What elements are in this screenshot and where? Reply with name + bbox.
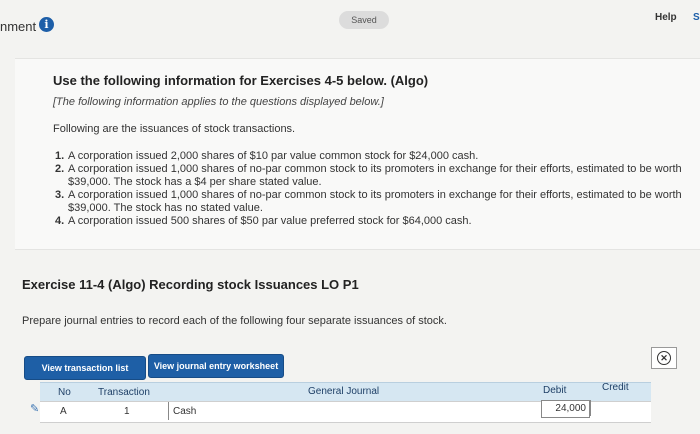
transaction-number: 3.: [55, 189, 65, 201]
assignment-label: nment: [0, 19, 37, 34]
transaction-item: 1. A corporation issued 2,000 shares of …: [55, 150, 695, 163]
row-transaction: 1: [124, 406, 130, 417]
close-button[interactable]: ✕: [651, 347, 677, 369]
transaction-number: 1.: [55, 150, 65, 162]
save-exit-link-partial[interactable]: S: [693, 12, 700, 23]
row-no: A: [60, 406, 67, 417]
account-field[interactable]: Cash: [168, 402, 542, 420]
debit-value: 24,000: [555, 403, 586, 414]
view-journal-entry-worksheet-button[interactable]: View journal entry worksheet: [148, 354, 284, 378]
column-header-debit: Debit: [543, 385, 567, 396]
exercise-prompt: Prepare journal entries to record each o…: [22, 315, 447, 327]
credit-input[interactable]: [590, 400, 648, 416]
column-header-credit: Credit: [602, 382, 629, 393]
help-link[interactable]: Help: [655, 12, 677, 23]
info-title: Use the following information for Exerci…: [53, 73, 429, 88]
account-value: Cash: [173, 406, 197, 417]
transaction-list: 1. A corporation issued 2,000 shares of …: [55, 150, 695, 228]
view-transaction-list-button[interactable]: View transaction list: [24, 356, 146, 380]
column-header-no: No: [58, 387, 71, 398]
transaction-text: A corporation issued 1,000 shares of no-…: [68, 189, 682, 214]
info-intro: Following are the issuances of stock tra…: [53, 123, 296, 135]
transaction-item: 4. A corporation issued 500 shares of $5…: [55, 215, 695, 228]
exercise-title: Exercise 11-4 (Algo) Recording stock Iss…: [22, 277, 359, 292]
transaction-item: 2. A corporation issued 1,000 shares of …: [55, 163, 695, 189]
info-icon[interactable]: i: [39, 17, 54, 32]
debit-input[interactable]: 24,000: [541, 400, 590, 418]
transaction-text: A corporation issued 1,000 shares of no-…: [68, 163, 682, 188]
transaction-text: A corporation issued 500 shares of $50 p…: [68, 215, 472, 227]
transaction-number: 2.: [55, 163, 65, 175]
transaction-number: 4.: [55, 215, 65, 227]
column-header-transaction: Transaction: [98, 387, 150, 398]
top-bar: nment i Saved Help S: [0, 0, 700, 44]
transaction-text: A corporation issued 2,000 shares of $10…: [68, 150, 479, 162]
pencil-icon[interactable]: ✎: [30, 402, 39, 415]
saved-status-badge: Saved: [339, 11, 389, 29]
transaction-item: 3. A corporation issued 1,000 shares of …: [55, 189, 695, 215]
column-header-general-journal: General Journal: [308, 386, 380, 397]
info-subtitle: [The following information applies to th…: [53, 96, 384, 108]
close-circle-icon: ✕: [657, 351, 671, 365]
